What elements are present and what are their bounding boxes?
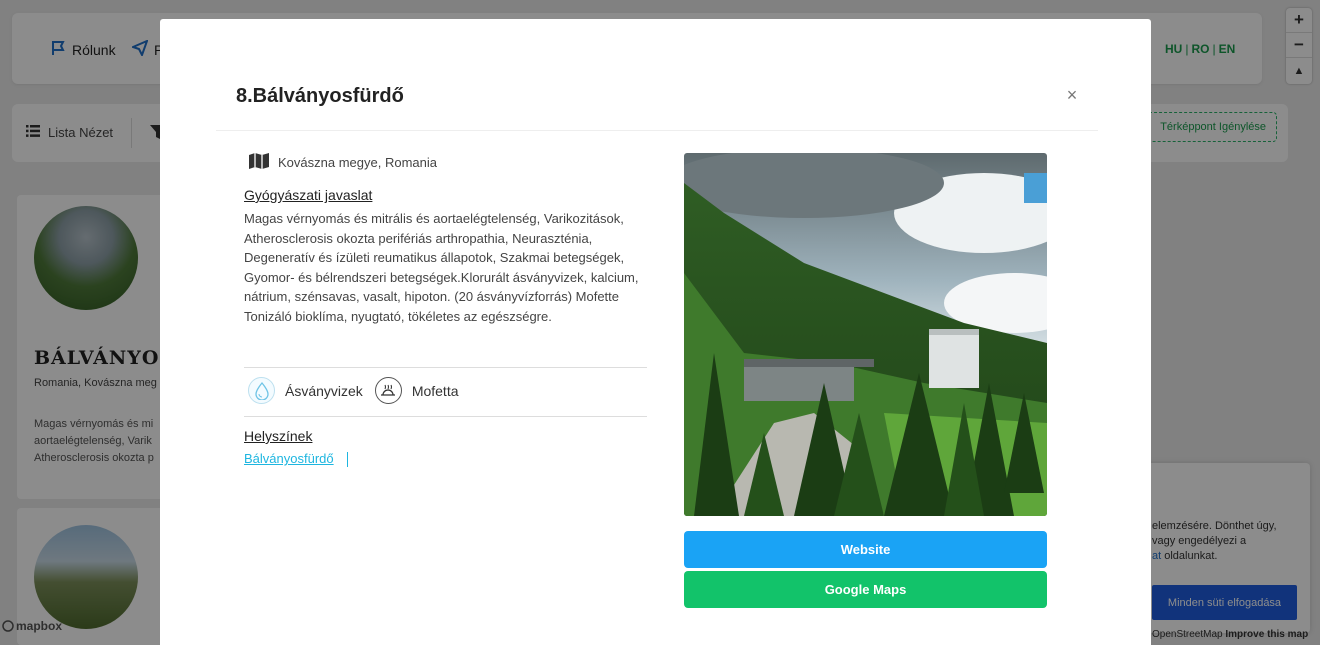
location-photo (684, 153, 1047, 516)
recommendation-heading: Gyógyászati javaslat (244, 187, 373, 203)
place-separator (347, 452, 348, 467)
google-maps-button[interactable]: Google Maps (684, 571, 1047, 608)
feature-tags: Ásványvizek Mofetta (248, 377, 471, 404)
places-heading: Helyszínek (244, 428, 313, 444)
tag-mofetta: Mofetta (374, 377, 459, 404)
divider (244, 416, 647, 417)
header-divider (216, 130, 1098, 131)
place-link[interactable]: Bálványosfürdő (244, 451, 334, 466)
tag-mineral-water: Ásványvizek (248, 377, 363, 404)
close-icon[interactable]: × (1063, 85, 1081, 106)
location-row: Kovászna megye, Romania (249, 153, 437, 172)
divider (244, 367, 647, 368)
location-detail-modal: 8.Bálványosfürdő × Kovászna megye, Roman… (160, 19, 1151, 645)
tag-label: Mofetta (411, 382, 459, 399)
modal-title: 8.Bálványosfürdő (236, 85, 404, 107)
tag-label: Ásványvizek (285, 382, 363, 399)
location-text: Kovászna megye, Romania (278, 155, 437, 170)
recommendation-text: Magas vérnyomás és mitrális és aortaelég… (244, 211, 639, 324)
website-button[interactable]: Website (684, 531, 1047, 568)
mofetta-icon (374, 377, 402, 404)
water-drop-icon (248, 377, 275, 404)
map-icon (249, 153, 269, 172)
